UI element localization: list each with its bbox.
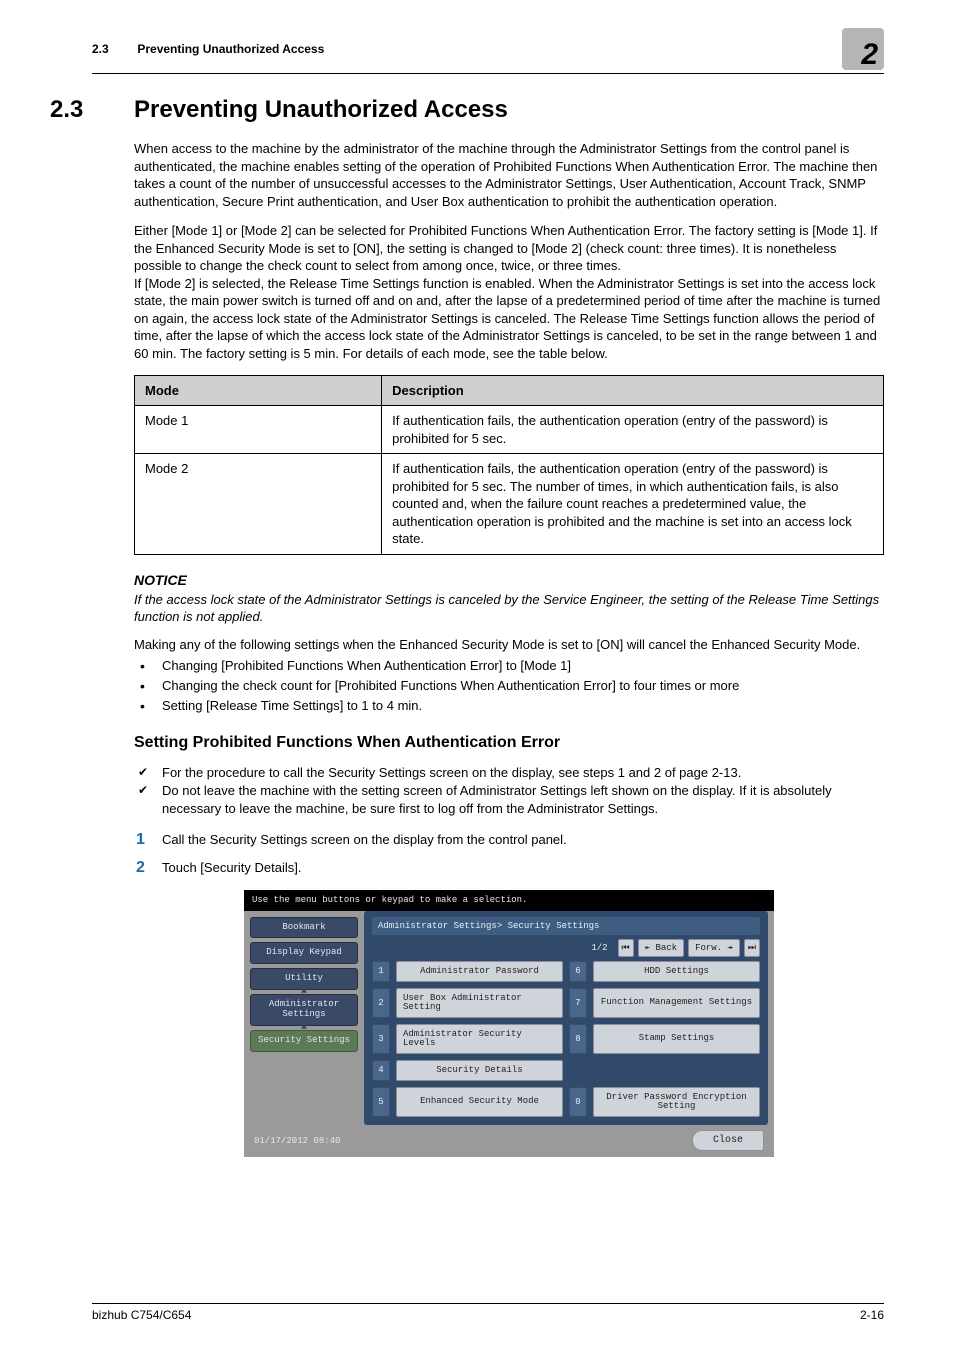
sidebar-connector-icon: ▲ <box>250 991 358 993</box>
bullet-item: Changing the check count for [Prohibited… <box>134 677 884 695</box>
menu-empty <box>569 1060 587 1081</box>
mode-cell: Mode 1 <box>135 406 382 454</box>
mode-header: Mode <box>135 375 382 406</box>
footer-model: bizhub C754/C654 <box>92 1308 191 1322</box>
notice-label: NOTICE <box>134 571 884 590</box>
menu-admin-sec-levels[interactable]: Administrator Security Levels <box>396 1024 563 1054</box>
prereq-list: For the procedure to call the Security S… <box>134 764 884 818</box>
step-item: Touch [Security Details]. <box>134 859 884 877</box>
mode2-detail-paragraph: If [Mode 2] is selected, the Release Tim… <box>134 275 884 363</box>
panel-breadcrumb: Administrator Settings> Security Setting… <box>372 917 760 935</box>
panel-menu-grid: 1 Administrator Password 6 HDD Settings … <box>372 961 760 1117</box>
menu-num: 3 <box>372 1024 390 1054</box>
panel-page-indicator: 1/2 <box>585 940 613 956</box>
menu-num: 2 <box>372 988 390 1018</box>
cancel-bullets: Changing [Prohibited Functions When Auth… <box>134 657 884 714</box>
running-header: 2.3 Preventing Unauthorized Access 2 <box>92 28 884 74</box>
panel-nav-forward[interactable]: Forw. ↠ <box>688 939 740 957</box>
table-row: Mode 2 If authentication fails, the auth… <box>135 454 884 555</box>
panel-nav-back[interactable]: ↞ Back <box>638 939 684 957</box>
mode-select-paragraph: Either [Mode 1] or [Mode 2] can be selec… <box>134 222 884 275</box>
panel-nav-last[interactable]: ⏭ <box>744 939 760 957</box>
intro-paragraph: When access to the machine by the admini… <box>134 140 884 210</box>
header-section-title: Preventing Unauthorized Access <box>137 42 324 56</box>
prereq-item: Do not leave the machine with the settin… <box>134 782 884 817</box>
menu-admin-password[interactable]: Administrator Password <box>396 961 563 982</box>
desc-cell: If authentication fails, the authenticat… <box>382 406 884 454</box>
desc-header: Description <box>382 375 884 406</box>
header-section-number: 2.3 <box>92 42 134 56</box>
menu-num: 0 <box>569 1087 587 1117</box>
mode-table: Mode Description Mode 1 If authenticatio… <box>134 375 884 555</box>
menu-enhanced-security[interactable]: Enhanced Security Mode <box>396 1087 563 1117</box>
menu-function-mgmt[interactable]: Function Management Settings <box>593 988 760 1018</box>
bullet-item: Changing [Prohibited Functions When Auth… <box>134 657 884 675</box>
menu-hdd-settings[interactable]: HDD Settings <box>593 961 760 982</box>
notice-text: If the access lock state of the Administ… <box>134 591 884 626</box>
sidebar-security-settings[interactable]: Security Settings <box>250 1030 358 1052</box>
menu-stamp-settings[interactable]: Stamp Settings <box>593 1024 760 1054</box>
menu-security-details[interactable]: Security Details <box>396 1060 563 1081</box>
menu-num: 1 <box>372 961 390 982</box>
mode-cell: Mode 2 <box>135 454 382 555</box>
heading-title: Preventing Unauthorized Access <box>134 96 508 124</box>
menu-num: 7 <box>569 988 587 1018</box>
desc-cell: If authentication fails, the authenticat… <box>382 454 884 555</box>
menu-empty <box>593 1060 760 1081</box>
page-footer: bizhub C754/C654 2-16 <box>92 1303 884 1322</box>
panel-hint: Use the menu buttons or keypad to make a… <box>244 890 774 910</box>
panel-datetime: 01/17/2012 08:40 <box>254 1135 340 1147</box>
sidebar-connector-icon: ▲ <box>250 1027 358 1029</box>
menu-userbox-admin[interactable]: User Box Administrator Setting <box>396 988 563 1018</box>
sidebar-bookmark[interactable]: Bookmark <box>250 917 358 939</box>
device-panel-screenshot: Use the menu buttons or keypad to make a… <box>244 890 774 1157</box>
table-row: Mode 1 If authentication fails, the auth… <box>135 406 884 454</box>
sidebar-display-keypad[interactable]: Display Keypad <box>250 942 358 964</box>
subheading: Setting Prohibited Functions When Authen… <box>134 732 884 754</box>
panel-sidebar: Bookmark Display Keypad Utility ▲ Admini… <box>244 911 364 1125</box>
menu-num: 6 <box>569 961 587 982</box>
cancel-intro: Making any of the following settings whe… <box>134 636 884 654</box>
heading-number: 2.3 <box>50 96 134 124</box>
footer-page: 2-16 <box>860 1308 884 1322</box>
bullet-item: Setting [Release Time Settings] to 1 to … <box>134 697 884 715</box>
chapter-number: 2 <box>861 40 884 70</box>
panel-close-button[interactable]: Close <box>692 1130 764 1152</box>
step-item: Call the Security Settings screen on the… <box>134 831 884 849</box>
prereq-item: For the procedure to call the Security S… <box>134 764 884 782</box>
chapter-badge: 2 <box>842 28 884 70</box>
menu-driver-password[interactable]: Driver Password Encryption Setting <box>593 1087 760 1117</box>
menu-num: 8 <box>569 1024 587 1054</box>
steps-list: Call the Security Settings screen on the… <box>134 831 884 876</box>
menu-num: 5 <box>372 1087 390 1117</box>
menu-num: 4 <box>372 1060 390 1081</box>
panel-nav-first[interactable]: ⏮ <box>618 939 634 957</box>
